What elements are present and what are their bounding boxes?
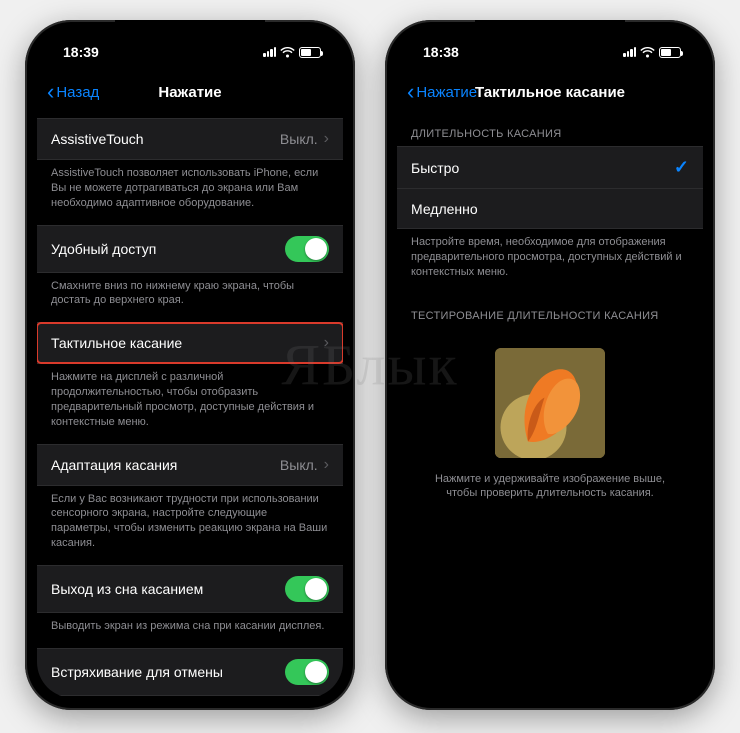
status-time: 18:39 [63,44,99,60]
notch [115,20,265,44]
signal-icon [623,47,636,57]
status-right [623,47,681,58]
row-shake-to-undo[interactable]: Встряхивание для отмены [37,649,343,695]
toggle-reachability[interactable] [285,236,329,262]
back-label: Назад [56,84,99,101]
cell-label: Выход из сна касанием [51,581,203,597]
section-header-test: ТЕСТИРОВАНИЕ ДЛИТЕЛЬНОСТИ КАСАНИЯ [397,294,703,328]
row-haptic-touch[interactable]: Тактильное касание › [37,323,343,363]
row-touch-accommodation[interactable]: Адаптация касания Выкл. › [37,445,343,485]
test-image-container [397,328,703,466]
row-assistivetouch[interactable]: AssistiveTouch Выкл. › [37,119,343,159]
toggle-tap-to-wake[interactable] [285,576,329,602]
phone-right: 18:38 ‹ Нажатие Тактильное касание ДЛИТЕ… [385,20,715,710]
battery-icon [299,47,321,58]
battery-icon [659,47,681,58]
content-right: ДЛИТЕЛЬНОСТЬ КАСАНИЯ Быстро ✓ Медленно Н… [397,112,703,698]
back-button[interactable]: ‹ Назад [47,81,99,103]
option-slow[interactable]: Медленно [397,188,703,228]
cell-label: Встряхивание для отмены [51,664,223,680]
option-fast[interactable]: Быстро ✓ [397,147,703,188]
nav-bar: ‹ Нажатие Тактильное касание [397,72,703,112]
cell-label: Медленно [411,201,478,217]
screen-right: 18:38 ‹ Нажатие Тактильное касание ДЛИТЕ… [397,32,703,698]
cell-label: AssistiveTouch [51,131,144,147]
back-button[interactable]: ‹ Нажатие [407,81,477,103]
test-image[interactable] [495,348,605,458]
back-label: Нажатие [416,84,477,101]
footer-shake: Если Вы часто встряхиваете iPhone случай… [37,696,343,698]
cell-label: Быстро [411,160,459,176]
cell-value: Выкл. [280,131,318,147]
chevron-right-icon: › [324,130,329,148]
chevron-left-icon: ‹ [47,81,54,103]
cell-label: Удобный доступ [51,241,156,257]
test-caption: Нажмите и удерживайте изображение выше, … [397,466,703,502]
phone-left: 18:39 ‹ Назад Нажатие AssistiveTouch [25,20,355,710]
footer-accommodation: Если у Вас возникают трудности при испол… [37,486,343,565]
footer-assistivetouch: AssistiveTouch позволяет использовать iP… [37,160,343,225]
chevron-left-icon: ‹ [407,81,414,103]
nav-bar: ‹ Назад Нажатие [37,72,343,112]
screen-left: 18:39 ‹ Назад Нажатие AssistiveTouch [37,32,343,698]
status-time: 18:38 [423,44,459,60]
toggle-shake-to-undo[interactable] [285,659,329,685]
cell-value: Выкл. [280,457,318,473]
footer-tap-to-wake: Выводить экран из режима сна при касании… [37,613,343,648]
content-left: AssistiveTouch Выкл. › AssistiveTouch по… [37,112,343,698]
wifi-icon [280,47,295,58]
cell-label: Тактильное касание [51,335,182,351]
cell-label: Адаптация касания [51,457,177,473]
section-header-duration: ДЛИТЕЛЬНОСТЬ КАСАНИЯ [397,112,703,146]
footer-duration: Настройте время, необходимое для отображ… [397,229,703,294]
signal-icon [263,47,276,57]
checkmark-icon: ✓ [674,157,689,178]
notch [475,20,625,44]
status-right [263,47,321,58]
row-tap-to-wake[interactable]: Выход из сна касанием [37,566,343,612]
row-reachability[interactable]: Удобный доступ [37,226,343,272]
footer-reachability: Смахните вниз по нижнему краю экрана, чт… [37,273,343,323]
footer-haptic: Нажмите на дисплей с различной продолжит… [37,364,343,443]
wifi-icon [640,47,655,58]
chevron-right-icon: › [324,456,329,474]
chevron-right-icon: › [324,334,329,352]
